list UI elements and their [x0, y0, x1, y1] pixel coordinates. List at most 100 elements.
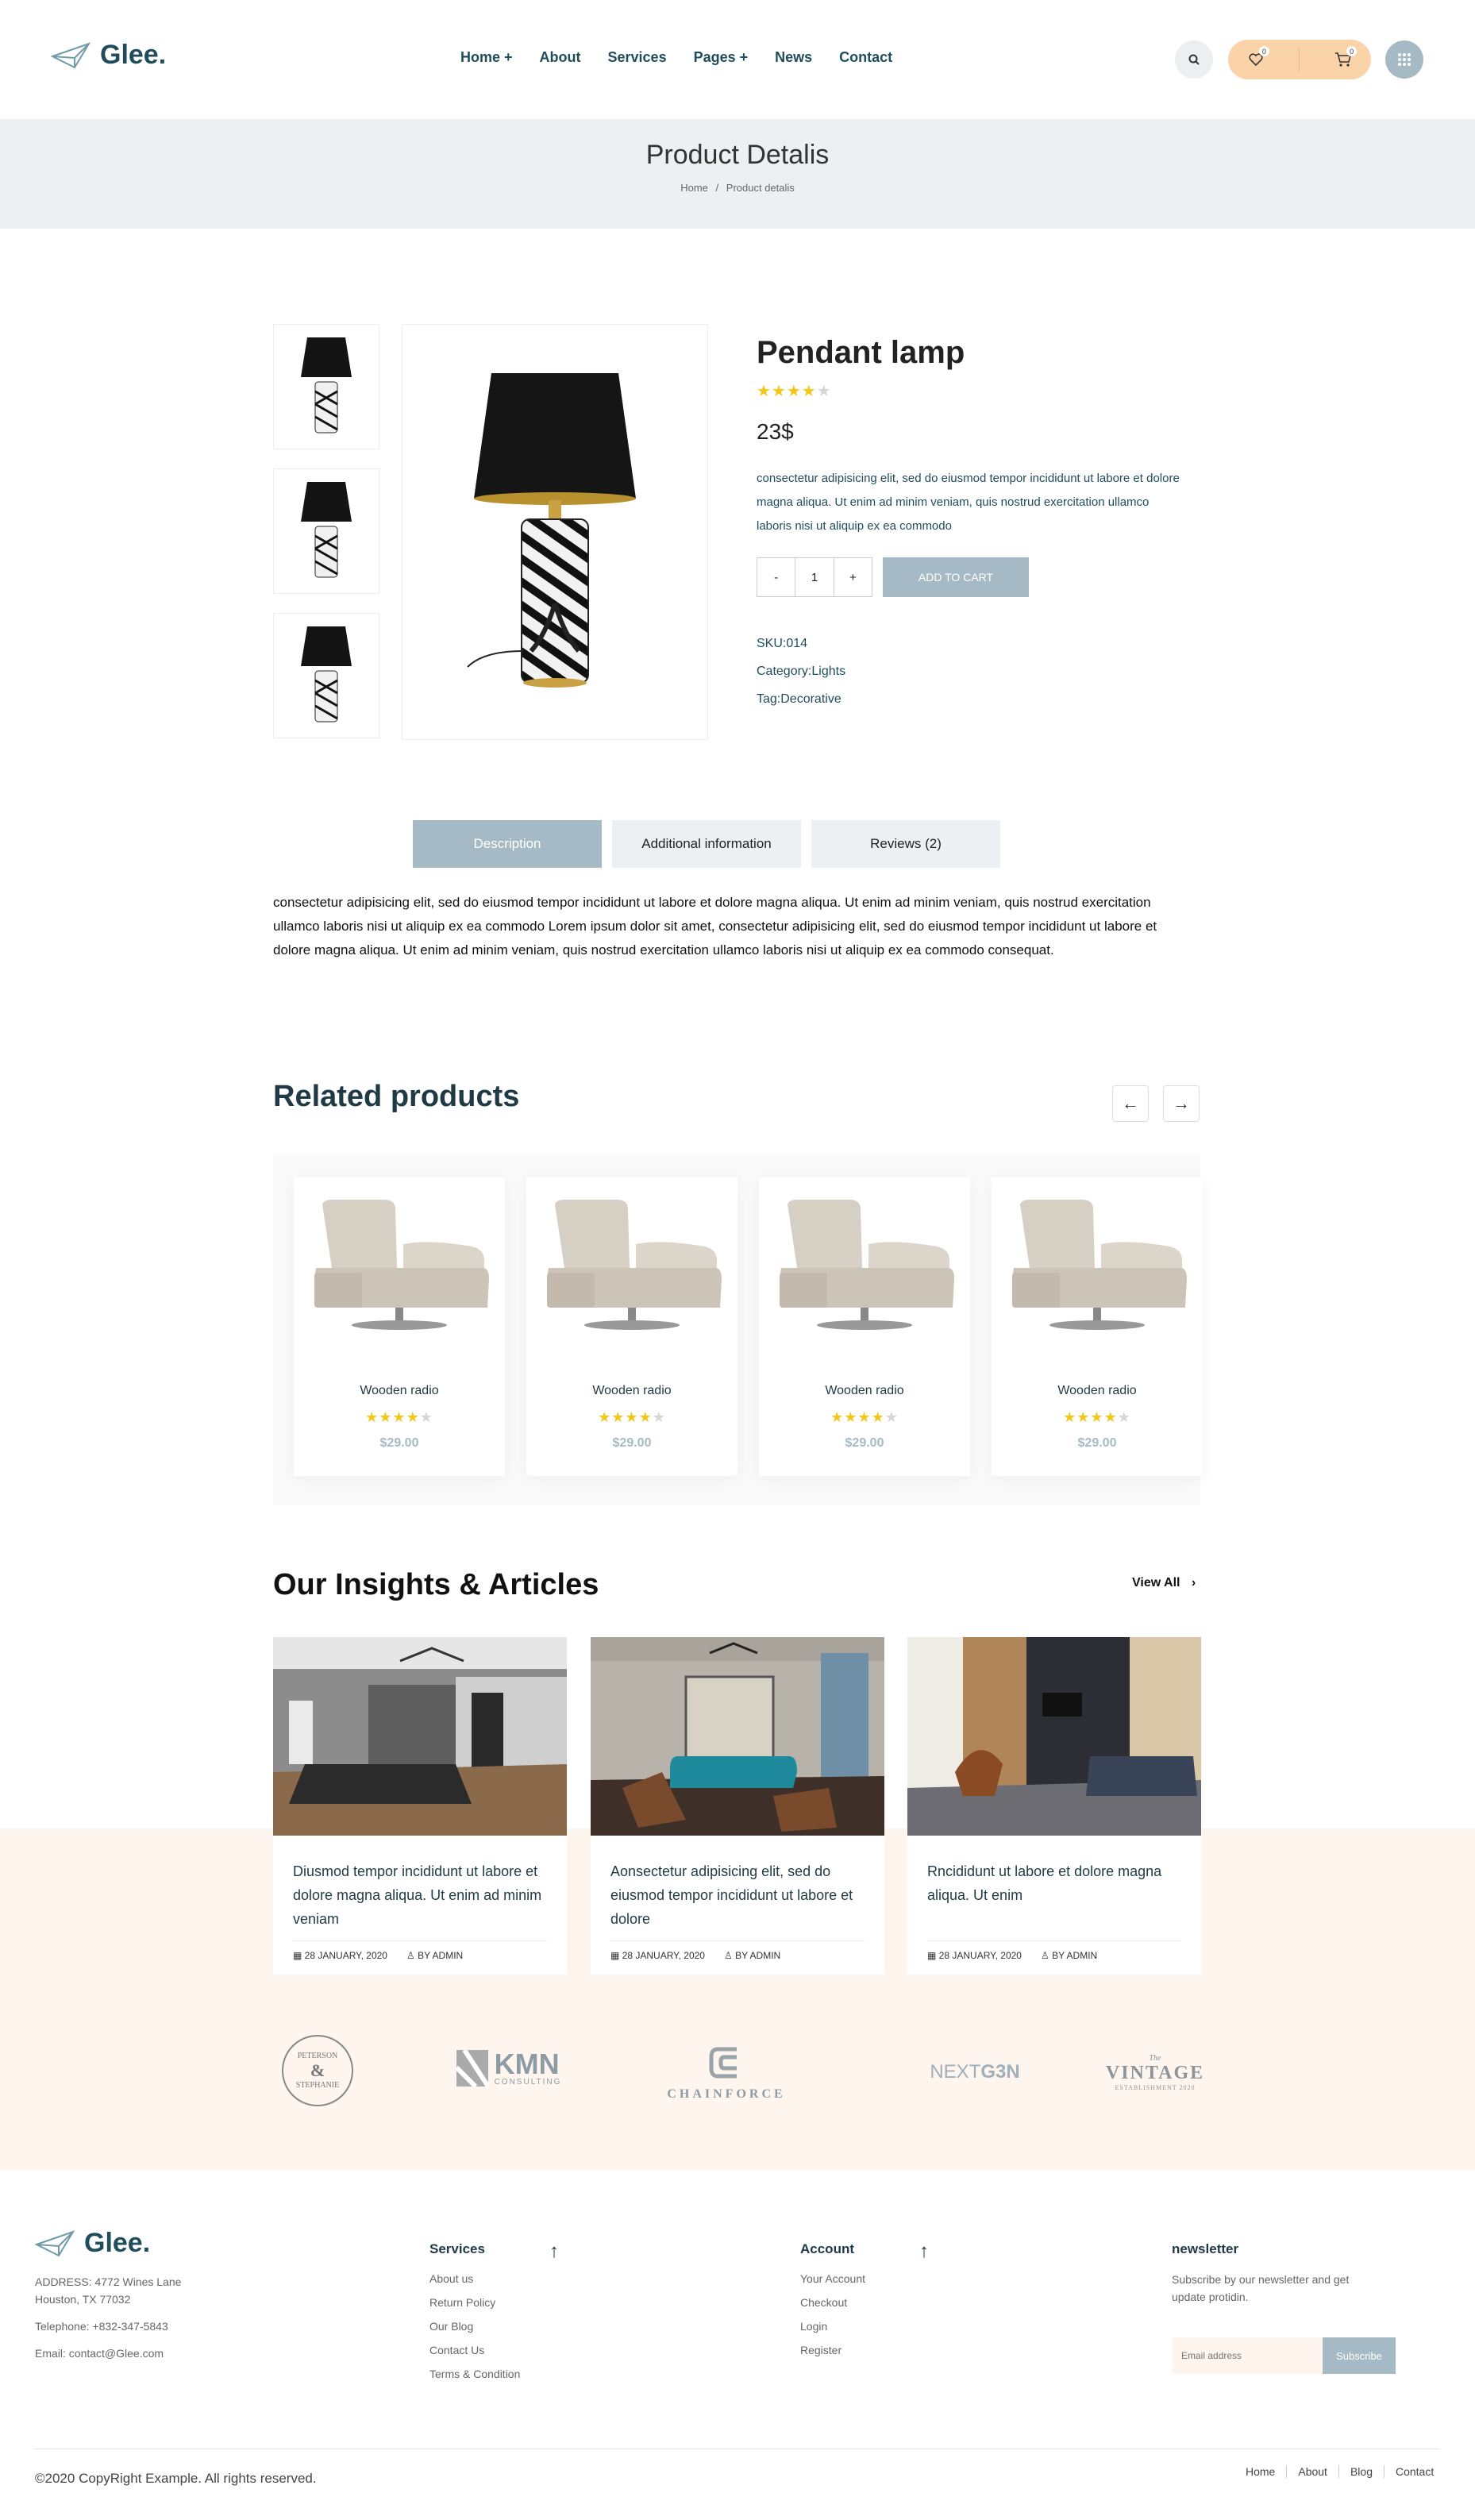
brand-vintage-sub: ESTABLISHMENT 2020 [1115, 2083, 1196, 2091]
insights-title: Our Insights & Articles [273, 1568, 599, 1601]
qty-value-input[interactable]: 1 [795, 558, 834, 596]
footer-link-terms[interactable]: Terms & Condition [429, 2368, 520, 2380]
article-author: BY ADMIN [418, 1950, 464, 1961]
nav-contact[interactable]: Contact [839, 49, 892, 66]
newsletter-email-input[interactable] [1172, 2337, 1323, 2374]
tab-reviews[interactable]: Reviews (2) [811, 820, 1000, 868]
footer-link-register[interactable]: Register [800, 2344, 841, 2356]
armchair-image [780, 1200, 954, 1330]
brand-logo-peterson[interactable]: PETERSON & STEPHANIE [278, 2031, 357, 2110]
product-card[interactable]: Wooden radio ★★★★★ $29.00 [526, 1177, 738, 1476]
view-all-link[interactable]: View All › [1132, 1576, 1196, 1590]
product-card-rating: ★★★★★ [830, 1409, 899, 1425]
product-card[interactable]: Wooden radio ★★★★★ $29.00 [294, 1177, 505, 1476]
brand-peterson-bottom: STEPHANIE [295, 2081, 340, 2090]
article-meta: ▦ 28 JANUARY, 2020 ♙ BY ADMIN [293, 1950, 463, 1961]
article-meta: ▦ 28 JANUARY, 2020 ♙ BY ADMIN [927, 1950, 1097, 1961]
user-icon: ♙ BY ADMIN [406, 1950, 464, 1961]
brand-logo-vintage[interactable]: The VINTAGE ESTABLISHMENT 2020 [1103, 2040, 1207, 2104]
arrow-up-icon[interactable]: ↑ [919, 2241, 929, 2263]
article-image[interactable] [273, 1637, 567, 1836]
add-to-cart-button[interactable]: ADD TO CART [883, 557, 1029, 597]
article-image[interactable] [907, 1637, 1201, 1836]
bottom-link-blog[interactable]: Blog [1338, 2465, 1384, 2478]
nav-news[interactable]: News [775, 49, 812, 66]
brand-logo-nextgen[interactable]: NEXTG3N [881, 2044, 1024, 2100]
product-main-image[interactable] [402, 324, 708, 740]
article-meta: ▦ 28 JANUARY, 2020 ♙ BY ADMIN [610, 1950, 780, 1961]
breadcrumb-current: Product detalis [726, 182, 795, 194]
footer-link-our-blog[interactable]: Our Blog [429, 2320, 473, 2333]
related-prev-button[interactable]: ← [1112, 1085, 1149, 1122]
footer-link-contact-us[interactable]: Contact Us [429, 2344, 484, 2356]
bottom-link-home[interactable]: Home [1234, 2465, 1286, 2478]
lamp-thumbnail-image [301, 482, 352, 578]
brand-vintage-top: The [1149, 2053, 1161, 2063]
article-title[interactable]: Rncididunt ut labore et dolore magna ali… [927, 1859, 1181, 1907]
bottom-link-contact[interactable]: Contact [1383, 2465, 1445, 2478]
calendar-icon: ▦ 28 JANUARY, 2020 [293, 1950, 387, 1961]
related-next-button[interactable]: → [1163, 1085, 1200, 1122]
moon-mark-icon [892, 2052, 913, 2093]
tab-additional-information[interactable]: Additional information [612, 820, 801, 868]
nav-services[interactable]: Services [608, 49, 667, 66]
brand-chainforce-name: CHAINFORCE [667, 2087, 786, 2101]
footer-account-title: Account [800, 2241, 854, 2256]
article-title[interactable]: Diusmod tempor incididunt ut labore et d… [293, 1859, 547, 1931]
product-tag[interactable]: Tag:Decorative [757, 692, 841, 707]
footer-link-return-policy[interactable]: Return Policy [429, 2296, 495, 2309]
product-category[interactable]: Category:Lights [757, 665, 845, 679]
cart-button[interactable]: 0 [1331, 46, 1358, 71]
qty-plus-button[interactable]: + [834, 558, 872, 596]
product-card-name[interactable]: Wooden radio [759, 1384, 970, 1398]
bottom-link-about[interactable]: About [1286, 2465, 1338, 2478]
footer-link-checkout[interactable]: Checkout [800, 2296, 847, 2309]
grid-menu-button[interactable] [1385, 40, 1423, 79]
tab-description[interactable]: Description [413, 820, 602, 868]
logo[interactable]: Glee. [51, 40, 166, 71]
product-thumbnail[interactable] [273, 468, 379, 594]
product-card[interactable]: Wooden radio ★★★★★ $29.00 [759, 1177, 970, 1476]
nav-pages[interactable]: Pages + [694, 49, 749, 66]
product-card-name[interactable]: Wooden radio [294, 1384, 505, 1398]
footer-logo[interactable]: Glee. [35, 2228, 150, 2259]
brand-nextgen-a: NEXT [930, 2061, 981, 2083]
brand-logo-kmn[interactable]: KMN CONSULTING [445, 2044, 572, 2092]
armchair-image [547, 1200, 722, 1330]
footer-link-about-us[interactable]: About us [429, 2272, 473, 2285]
search-button[interactable] [1175, 40, 1213, 79]
brand-kmn-name: KMN [494, 2047, 560, 2080]
subscribe-button[interactable]: Subscribe [1323, 2337, 1396, 2374]
brand-logo-chainforce[interactable]: CHAINFORCE [655, 2033, 798, 2112]
article-author: BY ADMIN [735, 1950, 781, 1961]
article-card[interactable]: Diusmod tempor incididunt ut labore et d… [273, 1637, 567, 1975]
article-card[interactable]: Aonsectetur adipisicing elit, sed do eiu… [591, 1637, 884, 1975]
footer-logo-text: Glee. [84, 2228, 151, 2258]
qty-minus-button[interactable]: - [757, 558, 796, 596]
footer-link-login[interactable]: Login [800, 2320, 827, 2333]
product-card-name[interactable]: Wooden radio [992, 1384, 1203, 1398]
product-card-price: $29.00 [1077, 1436, 1117, 1450]
product-card-price: $29.00 [612, 1436, 652, 1450]
product-description: consectetur adipisicing elit, sed do eiu… [757, 472, 1180, 533]
arrow-up-icon[interactable]: ↑ [549, 2241, 559, 2263]
product-card-name[interactable]: Wooden radio [526, 1384, 738, 1398]
breadcrumb-home[interactable]: Home [680, 182, 708, 194]
product-thumbnail[interactable] [273, 324, 379, 449]
nav-about[interactable]: About [540, 49, 581, 66]
wishlist-button[interactable]: 0 [1244, 46, 1269, 71]
product-thumbnail[interactable] [273, 613, 379, 738]
footer-telephone[interactable]: Telephone: +832-347-5843 [35, 2318, 168, 2335]
article-divider [293, 1940, 547, 1941]
brand-nextgen-b: G3N [980, 2061, 1020, 2083]
article-card[interactable]: Rncididunt ut labore et dolore magna ali… [907, 1637, 1201, 1975]
footer-email[interactable]: Email: contact@Glee.com [35, 2345, 164, 2362]
footer-link-your-account[interactable]: Your Account [800, 2272, 865, 2285]
article-date: 28 JANUARY, 2020 [938, 1950, 1022, 1961]
product-card[interactable]: Wooden radio ★★★★★ $29.00 [992, 1177, 1203, 1476]
product-card-rating: ★★★★★ [1063, 1409, 1131, 1425]
article-image[interactable] [591, 1637, 884, 1836]
footer-newsletter-text: Subscribe by our newsletter and get upda… [1172, 2273, 1350, 2303]
nav-home[interactable]: Home + [460, 49, 513, 66]
article-title[interactable]: Aonsectetur adipisicing elit, sed do eiu… [610, 1859, 865, 1931]
